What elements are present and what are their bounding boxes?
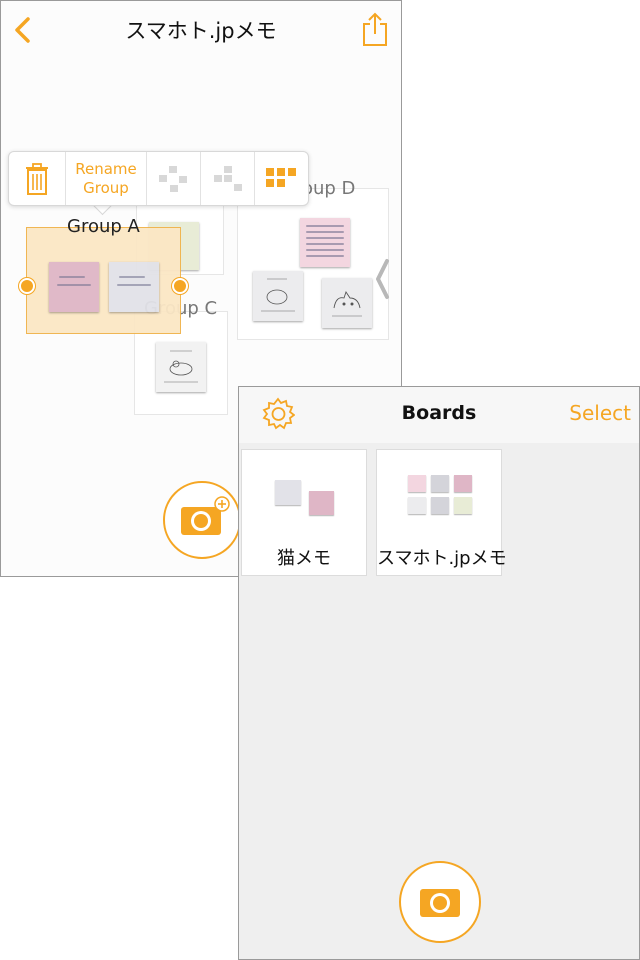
board-thumbnail-note (408, 475, 426, 492)
select-button[interactable]: Select (569, 401, 631, 425)
cat-doodle-icon (164, 350, 198, 383)
board-name: スマホト.jpメモ (377, 548, 507, 569)
grid-layout-button[interactable] (255, 152, 308, 205)
diagonal-layout-button[interactable] (201, 152, 255, 205)
board-thumbnail-note (431, 497, 449, 514)
navigation-bar: Boards Select (239, 387, 639, 443)
resize-handle-left[interactable] (19, 278, 35, 294)
chevron-right-icon (376, 259, 389, 299)
share-icon (363, 12, 387, 46)
board-title: スマホト.jpメモ (125, 19, 277, 43)
rename-group-text: Rename Group (75, 159, 137, 197)
board-card[interactable]: スマホト.jpメモ (376, 449, 507, 576)
rename-group-label: Rename Group (66, 160, 146, 198)
group-a-selection[interactable] (26, 227, 181, 334)
grid-layout-icon (265, 167, 296, 187)
board-name: 猫メモ (277, 548, 331, 569)
navigation-bar: スマホト.jpメモ (1, 1, 401, 61)
sticky-note[interactable] (300, 218, 350, 267)
sticky-note[interactable] (322, 278, 372, 328)
board-thumbnail-note (454, 475, 472, 492)
camera-icon (420, 889, 460, 917)
camera-button[interactable] (399, 861, 481, 943)
sticky-note[interactable] (109, 262, 159, 312)
sticky-note[interactable] (253, 271, 303, 321)
diagonal-layout-icon (213, 165, 242, 191)
board-thumbnail-note (275, 480, 301, 505)
rename-group-button[interactable]: Rename Group (66, 152, 147, 205)
board-thumbnail-note (454, 497, 472, 514)
camera-plus-icon (181, 496, 230, 535)
boards-screen: Boards Select 猫メモ スマホト.jpメモ (238, 386, 640, 960)
cat-doodle-icon (332, 290, 362, 317)
group-d-frame[interactable] (237, 188, 389, 340)
board-thumbnail-note (408, 497, 426, 514)
resize-handle-right[interactable] (172, 278, 188, 294)
side-panel-toggle[interactable] (373, 257, 393, 301)
group-context-menu: Rename Group (8, 151, 309, 206)
sticky-note[interactable] (49, 262, 99, 312)
trash-icon (26, 162, 48, 195)
board-thumbnail-note (309, 491, 334, 515)
delete-group-button[interactable] (9, 152, 66, 205)
share-button[interactable] (361, 11, 389, 47)
group-a-label: Group A (67, 216, 140, 237)
board-card[interactable]: 猫メモ (241, 449, 367, 576)
sticky-note[interactable] (156, 342, 206, 392)
cat-doodle-icon (261, 278, 295, 312)
scatter-layout-button[interactable] (147, 152, 201, 205)
board-thumbnail-note (431, 475, 449, 492)
scatter-layout-icon (158, 165, 187, 192)
add-photo-button[interactable] (163, 481, 241, 559)
